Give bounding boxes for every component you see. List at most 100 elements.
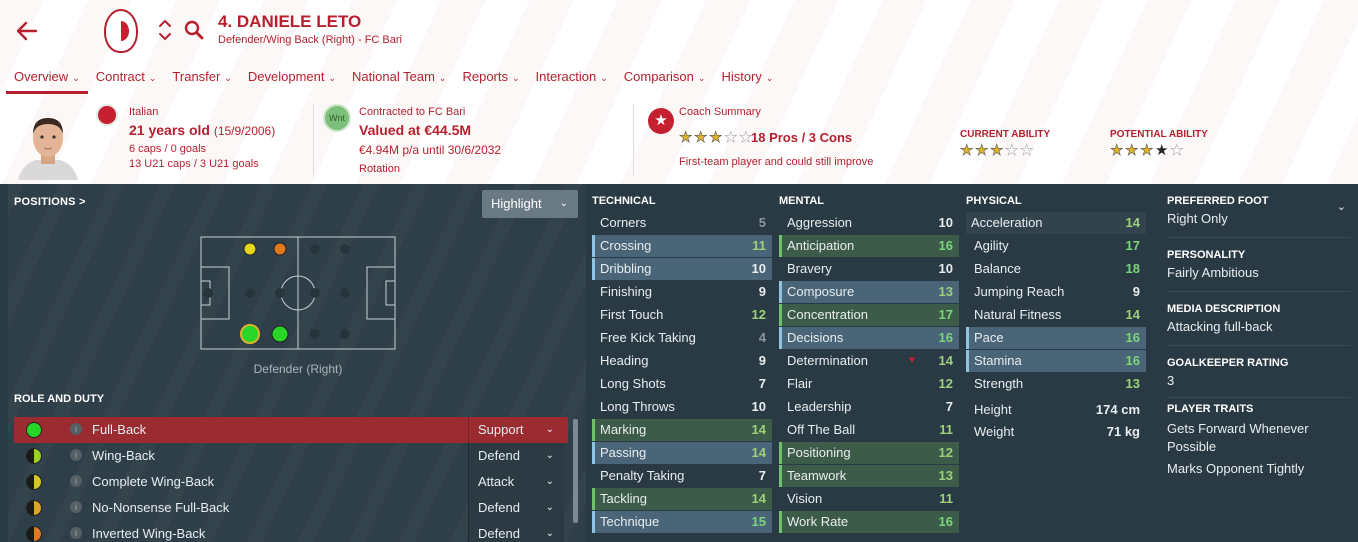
attr-row-off-the-ball[interactable]: Off The Ball 11: [779, 419, 959, 441]
attr-value: 11: [939, 422, 953, 437]
attr-row-long-throws[interactable]: Long Throws 10: [592, 396, 772, 418]
attr-row-penalty-taking[interactable]: Penalty Taking 7: [592, 465, 772, 487]
role-suitability-dot: [26, 474, 42, 490]
chevron-down-icon: ⌄: [545, 502, 554, 513]
attr-row-dribbling[interactable]: Dribbling 10: [592, 258, 772, 280]
positions-heading[interactable]: POSITIONS >: [14, 196, 86, 208]
duty-dropdown[interactable]: Support ⌄: [468, 417, 564, 443]
search-icon[interactable]: [182, 18, 206, 42]
attr-row-leadership[interactable]: Leadership 7: [779, 396, 959, 418]
height-label: Height: [974, 402, 1012, 417]
attr-value: 12: [751, 307, 766, 322]
attr-value: 16: [1125, 330, 1140, 345]
height-row: Height 174 cm: [966, 399, 1146, 421]
attr-row-agility[interactable]: Agility 17: [966, 235, 1146, 257]
attr-row-flair[interactable]: Flair 12: [779, 373, 959, 395]
attr-row-composure[interactable]: Composure 13: [779, 281, 959, 303]
star-icon: ★: [1005, 142, 1019, 159]
attr-row-acceleration[interactable]: Acceleration 14: [966, 212, 1146, 234]
role-name: No-Nonsense Full-Back: [92, 500, 230, 515]
role-name: Full-Back: [92, 422, 147, 437]
club-crest[interactable]: [104, 9, 138, 53]
pros-cons[interactable]: 18 Pros / 3 Cons: [751, 130, 852, 145]
duty-dropdown[interactable]: Attack ⌄: [468, 469, 564, 495]
highlight-dropdown[interactable]: Highlight ⌄: [482, 190, 578, 218]
tab-transfer[interactable]: Transfer ⌄: [164, 68, 239, 94]
attr-row-anticipation[interactable]: Anticipation 16: [779, 235, 959, 257]
attr-row-concentration[interactable]: Concentration 17: [779, 304, 959, 326]
tab-contract[interactable]: Contract ⌄: [88, 68, 165, 94]
attr-row-bravery[interactable]: Bravery 10: [779, 258, 959, 280]
tab-development[interactable]: Development ⌄: [240, 68, 344, 94]
info-icon[interactable]: i: [70, 501, 82, 513]
tab-reports[interactable]: Reports ⌄: [454, 68, 527, 94]
attr-row-stamina[interactable]: Stamina 16: [966, 350, 1146, 372]
attr-row-corners[interactable]: Corners 5: [592, 212, 772, 234]
attr-row-technique[interactable]: Technique 15: [592, 511, 772, 533]
player-trait[interactable]: Marks Opponent Tightly: [1167, 460, 1351, 478]
star-icon: ★: [709, 129, 723, 146]
role-row-no-nonsense-full-back[interactable]: i No-Nonsense Full-Back Defend ⌄: [14, 495, 568, 521]
attr-row-pace[interactable]: Pace 16: [966, 327, 1146, 349]
player-portrait[interactable]: [14, 110, 82, 180]
attr-row-decisions[interactable]: Decisions 16: [779, 327, 959, 349]
info-icon[interactable]: i: [70, 475, 82, 487]
chevron-down-icon[interactable]: ⌄: [1337, 200, 1346, 213]
player-trait[interactable]: Gets Forward Whenever Possible: [1167, 420, 1351, 456]
position-dot-wing-back-right: [271, 325, 289, 343]
attr-row-aggression[interactable]: Aggression 10: [779, 212, 959, 234]
tab-interaction[interactable]: Interaction ⌄: [528, 68, 616, 94]
attr-name: Technique: [600, 514, 660, 529]
attr-name: Decisions: [787, 330, 844, 345]
attr-row-determination[interactable]: Determination 14 ▼: [779, 350, 959, 372]
attr-row-finishing[interactable]: Finishing 9: [592, 281, 772, 303]
role-suitability-dot: [26, 422, 42, 438]
header-divider: [633, 104, 634, 176]
attr-row-free-kick-taking[interactable]: Free Kick Taking 4: [592, 327, 772, 349]
star-icon: ★: [1020, 142, 1034, 159]
role-row-wing-back[interactable]: i Wing-Back Defend ⌄: [14, 443, 568, 469]
attr-value: 4: [758, 330, 766, 345]
tab-overview[interactable]: Overview ⌄: [6, 68, 88, 94]
attr-name: Tackling: [600, 491, 647, 506]
prev-next-player-icon[interactable]: [158, 16, 172, 44]
tab-national-team[interactable]: National Team ⌄: [344, 68, 454, 94]
attr-row-tackling[interactable]: Tackling 14: [592, 488, 772, 510]
duty-dropdown[interactable]: Defend ⌄: [468, 495, 564, 521]
player-value: Valued at €44.5M: [359, 122, 472, 138]
attr-row-crossing[interactable]: Crossing 11: [592, 235, 772, 257]
star-icon: ★: [1140, 142, 1154, 159]
tab-history[interactable]: History ⌄: [713, 68, 781, 94]
attr-row-strength[interactable]: Strength 13: [966, 373, 1146, 395]
role-list-scrollbar[interactable]: [573, 419, 578, 523]
attr-row-passing[interactable]: Passing 14: [592, 442, 772, 464]
tab-comparison[interactable]: Comparison ⌄: [616, 68, 714, 94]
role-row-full-back[interactable]: i Full-Back Support ⌄: [14, 417, 568, 443]
attr-row-positioning[interactable]: Positioning 12: [779, 442, 959, 464]
attr-row-marking[interactable]: Marking 14: [592, 419, 772, 441]
attr-value: 17: [938, 307, 953, 322]
duty-dropdown[interactable]: Defend ⌄: [468, 443, 564, 469]
attr-row-balance[interactable]: Balance 18: [966, 258, 1146, 280]
attr-row-heading[interactable]: Heading 9: [592, 350, 772, 372]
attr-name: Composure: [787, 284, 855, 299]
attr-row-vision[interactable]: Vision 11: [779, 488, 959, 510]
info-icon[interactable]: i: [70, 423, 82, 435]
back-arrow-icon[interactable]: [14, 18, 40, 44]
info-icon[interactable]: i: [70, 527, 82, 539]
role-row-complete-wing-back[interactable]: i Complete Wing-Back Attack ⌄: [14, 469, 568, 495]
duty-dropdown[interactable]: Defend ⌄: [468, 521, 564, 542]
attr-row-teamwork[interactable]: Teamwork 13: [779, 465, 959, 487]
role-row-inverted-wing-back[interactable]: i Inverted Wing-Back Defend ⌄: [14, 521, 568, 542]
attr-row-jumping-reach[interactable]: Jumping Reach 9: [966, 281, 1146, 303]
attr-value: 14: [938, 353, 953, 368]
attr-name: Off The Ball: [787, 422, 856, 437]
attr-row-work-rate[interactable]: Work Rate 16: [779, 511, 959, 533]
attr-row-natural-fitness[interactable]: Natural Fitness 14: [966, 304, 1146, 326]
attr-row-first-touch[interactable]: First Touch 12: [592, 304, 772, 326]
attr-name: Teamwork: [787, 468, 847, 483]
weight-row: Weight 71 kg: [966, 421, 1146, 443]
attr-row-long-shots[interactable]: Long Shots 7: [592, 373, 772, 395]
attr-name: Leadership: [787, 399, 852, 414]
info-icon[interactable]: i: [70, 449, 82, 461]
